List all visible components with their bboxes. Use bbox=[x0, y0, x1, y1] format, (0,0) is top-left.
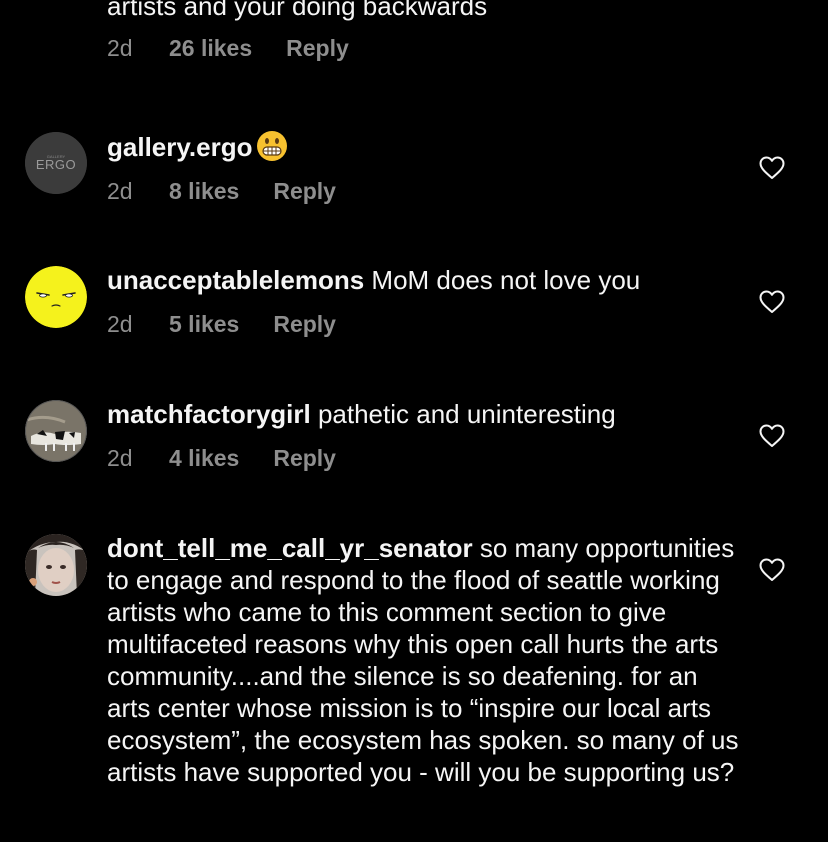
avatar[interactable]: GALLERY ERGO bbox=[25, 132, 87, 194]
svg-text:ERGO: ERGO bbox=[36, 157, 76, 172]
comment-meta: 2d 26 likes Reply bbox=[107, 34, 747, 62]
reply-button[interactable]: Reply bbox=[273, 444, 336, 472]
comment-meta: 2d 5 likes Reply bbox=[107, 310, 727, 338]
comment-username[interactable]: dont_tell_me_call_yr_senator bbox=[107, 533, 473, 563]
grimacing-face-emoji-icon bbox=[256, 130, 288, 162]
avatar[interactable] bbox=[25, 266, 87, 328]
comment-text: artists and your doing backwards bbox=[107, 0, 488, 21]
avatar[interactable] bbox=[25, 534, 87, 596]
comment-time: 2d bbox=[107, 178, 133, 204]
avatar[interactable] bbox=[25, 400, 87, 462]
reply-button[interactable]: Reply bbox=[286, 34, 349, 62]
comment-time: 2d bbox=[107, 35, 133, 61]
likes-count-button[interactable]: 8 likes bbox=[169, 177, 239, 205]
heart-icon[interactable] bbox=[759, 290, 785, 314]
reply-button[interactable]: Reply bbox=[273, 310, 336, 338]
comment-username[interactable]: matchfactorygirl bbox=[107, 399, 311, 429]
comment-meta: 2d 8 likes Reply bbox=[107, 177, 727, 205]
comment-username[interactable]: unacceptablelemons bbox=[107, 265, 364, 295]
comment-time: 2d bbox=[107, 445, 133, 471]
heart-icon[interactable] bbox=[759, 424, 785, 448]
comment-text: unacceptablelemons MoM does not love you bbox=[107, 265, 641, 295]
comment-text: dont_tell_me_call_yr_senator so many opp… bbox=[107, 533, 739, 787]
comment-time: 2d bbox=[107, 311, 133, 337]
comment-text: matchfactorygirl pathetic and uninterest… bbox=[107, 399, 616, 429]
heart-icon[interactable] bbox=[759, 558, 785, 582]
likes-count-button[interactable]: 5 likes bbox=[169, 310, 239, 338]
reply-button[interactable]: Reply bbox=[273, 177, 336, 205]
likes-count-button[interactable]: 26 likes bbox=[169, 34, 252, 62]
comment-username[interactable]: gallery.ergo bbox=[107, 132, 252, 162]
comment-meta: 2d 4 likes Reply bbox=[107, 444, 727, 472]
heart-icon[interactable] bbox=[759, 156, 785, 180]
likes-count-button[interactable]: 4 likes bbox=[169, 444, 239, 472]
comment-partial: artists and your doing backwards 2d 26 l… bbox=[107, 0, 747, 62]
comment-text: gallery.ergo bbox=[107, 130, 727, 163]
